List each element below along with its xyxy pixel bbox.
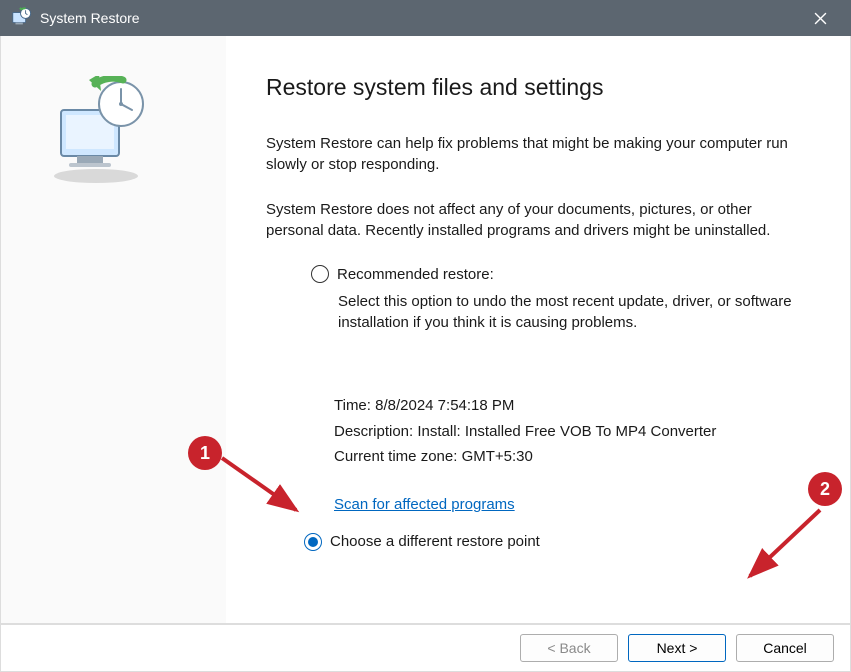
restore-time-row: Time: 8/8/2024 7:54:18 PM [334,393,798,419]
cancel-button[interactable]: Cancel [736,634,834,662]
window-title: System Restore [40,10,140,26]
annotation-arrow-2-icon [740,506,830,586]
different-point-radio[interactable]: Choose a different restore point [304,533,798,551]
recommended-label: Recommended restore: [337,266,494,283]
restore-illustration [41,173,151,190]
restore-desc-row: Description: Install: Installed Free VOB… [334,419,798,445]
intro-paragraph-1: System Restore can help fix problems tha… [266,133,798,175]
close-button[interactable] [799,0,841,36]
desc-label: Description: [334,423,417,440]
content-pane: Restore system files and settings System… [226,36,850,623]
titlebar: System Restore [0,0,851,36]
annotation-callout-1: 1 [188,436,222,470]
recommended-radio[interactable]: Recommended restore: [311,265,798,283]
recommended-option: Recommended restore: [311,265,798,283]
page-heading: Restore system files and settings [266,74,798,101]
restore-icon [10,7,32,29]
time-value: 8/8/2024 7:54:18 PM [375,397,514,414]
recommended-description: Select this option to undo the most rece… [338,291,798,333]
radio-checked-icon [304,533,322,551]
tz-label: Current time zone: [334,448,462,465]
restore-point-meta: Time: 8/8/2024 7:54:18 PM Description: I… [334,393,798,470]
tz-value: GMT+5:30 [462,448,533,465]
intro-paragraph-2: System Restore does not affect any of yo… [266,199,798,241]
desc-value: Install: Installed Free VOB To MP4 Conve… [417,423,716,440]
time-label: Time: [334,397,375,414]
footer-buttons: < Back Next > Cancel [0,624,851,672]
annotation-arrow-1-icon [218,454,308,524]
scan-affected-link[interactable]: Scan for affected programs [334,496,515,513]
different-label: Choose a different restore point [330,533,540,550]
sidebar [1,36,226,623]
restore-tz-row: Current time zone: GMT+5:30 [334,444,798,470]
radio-unchecked-icon [311,265,329,283]
annotation-callout-2: 2 [808,472,842,506]
window-body: Restore system files and settings System… [0,36,851,624]
next-button[interactable]: Next > [628,634,726,662]
back-button: < Back [520,634,618,662]
